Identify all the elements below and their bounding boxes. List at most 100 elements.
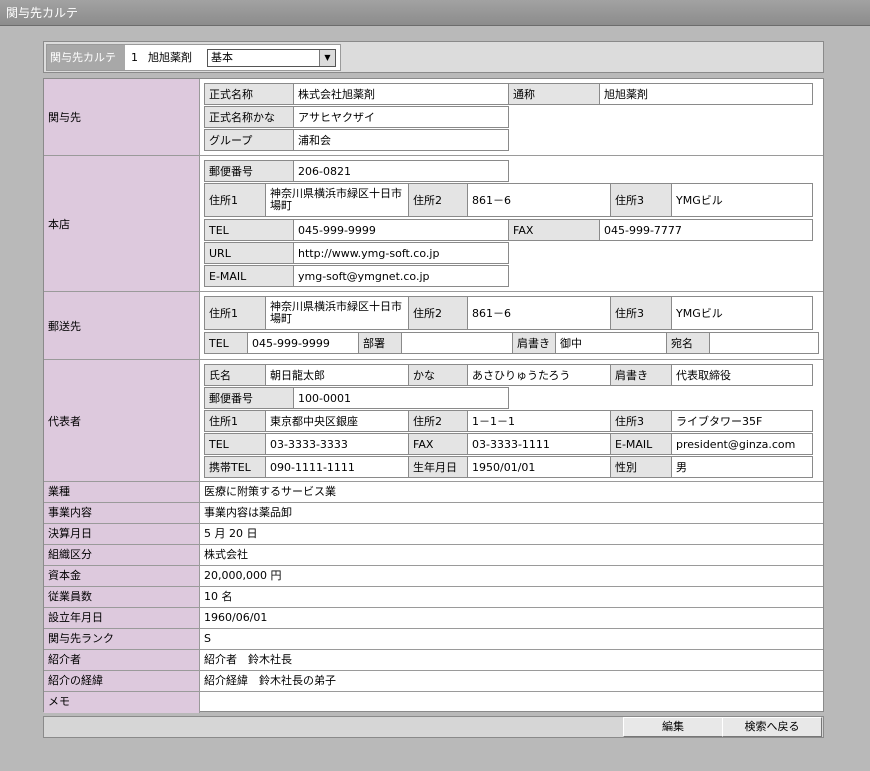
addr3-label: 住所3 [610,183,672,217]
addr2-value: 861－6 [467,296,611,330]
section-heading: 本店 [44,156,200,291]
kana-value: あさひりゅうたろう [467,364,611,386]
addr2-label: 住所2 [408,410,468,432]
selector-box: 関与先カルテ 1 旭旭薬剤 基本 ▼ [46,44,341,71]
info-row: メモ [44,692,823,713]
info-label: 従業員数 [44,587,200,607]
zip-label: 郵便番号 [204,160,294,182]
group-label: グループ [204,129,294,151]
fax-label: FAX [408,433,468,455]
info-row: 関与先ランク S [44,629,823,650]
info-value: 事業内容は薬品卸 [204,506,292,519]
tel-label: TEL [204,332,248,354]
kana-value: アサヒヤクザイ [293,106,509,128]
chevron-down-icon[interactable]: ▼ [319,50,335,66]
fax-value: 03-3333-1111 [467,433,611,455]
addr1-value: 神奈川県横浜市緑区十日市場町 [265,296,409,330]
info-label: メモ [44,692,200,713]
info-row: 業種 医療に附策するサービス業 [44,482,823,503]
birth-label: 生年月日 [408,456,468,478]
email-value[interactable]: ymg-soft@ymgnet.co.jp [293,265,509,287]
view-select[interactable]: 基本 ▼ [207,49,336,67]
view-select-value: 基本 [211,51,233,64]
edit-button[interactable]: 編集 [623,717,723,737]
mobile-value: 090-1111-1111 [265,456,409,478]
selector-bar: 関与先カルテ 1 旭旭薬剤 基本 ▼ [43,41,824,73]
section-kanyo: 関与先 正式名称 株式会社旭薬剤 通称 旭旭薬剤 正式名称かな アサヒヤクザイ … [44,79,823,156]
dept-value [401,332,513,354]
title-label: 肩書き [610,364,672,386]
addr3-value: YMGビル [671,296,813,330]
info-row: 事業内容 事業内容は薬品卸 [44,503,823,524]
email-label: E-MAIL [204,265,294,287]
addr2-label: 住所2 [408,183,468,217]
addr1-value: 東京都中央区銀座 [265,410,409,432]
client-number: 1 [131,51,138,64]
info-label: 事業内容 [44,503,200,523]
gender-value: 男 [671,456,813,478]
tel-label: TEL [204,433,266,455]
addr2-value: 861－6 [467,183,611,217]
zip-value: 100-0001 [293,387,509,409]
section-daihyo: 代表者 氏名 朝日龍太郎 かな あさひりゅうたろう 肩書き 代表取締役 郵便番号… [44,360,823,482]
section-heading: 代表者 [44,360,200,481]
info-value: 医療に附策するサービス業 [204,485,336,498]
tel-value: 045-999-9999 [247,332,359,354]
section-heading: 郵送先 [44,292,200,359]
addr1-label: 住所1 [204,410,266,432]
tel-value: 03-3333-3333 [265,433,409,455]
info-value: S [204,632,211,645]
info-row: 決算月日 5 月 20 日 [44,524,823,545]
info-value: 20,000,000 円 [204,569,282,582]
common-name-label: 通称 [508,83,600,105]
info-value: 紹介経緯 鈴木社長の弟子 [204,674,336,687]
url-value[interactable]: http://www.ymg-soft.co.jp [293,242,509,264]
fax-label: FAX [508,219,600,241]
addr1-value: 神奈川県横浜市緑区十日市場町 [265,183,409,217]
info-value: 5 月 20 日 [204,527,258,540]
email-value[interactable]: president@ginza.com [671,433,813,455]
addr3-value: YMGビル [671,183,813,217]
fax-value: 045-999-7777 [599,219,813,241]
official-name-value: 株式会社旭薬剤 [293,83,509,105]
addr3-label: 住所3 [610,296,672,330]
info-value: 紹介者 鈴木社長 [204,653,292,666]
info-value: 1960/06/01 [204,611,268,624]
group-value: 浦和会 [293,129,509,151]
addressee-value [709,332,819,354]
name-value: 朝日龍太郎 [265,364,409,386]
info-value: 10 名 [204,590,233,603]
window-title: 関与先カルテ [0,0,870,26]
common-name-value: 旭旭薬剤 [599,83,813,105]
info-label: 組織区分 [44,545,200,565]
info-label: 紹介の経緯 [44,671,200,691]
selector-label: 関与先カルテ [47,45,125,70]
button-bar: 編集 検索へ戻る [43,716,824,738]
info-label: 紹介者 [44,650,200,670]
section-honten: 本店 郵便番号 206-0821 住所1 神奈川県横浜市緑区十日市場町 住所2 … [44,156,823,292]
tel-label: TEL [204,219,294,241]
client-name: 旭旭薬剤 [148,51,192,64]
addr3-value: ライブタワー35F [671,410,813,432]
name-label: 氏名 [204,364,266,386]
mobile-label: 携帯TEL [204,456,266,478]
addr2-value: 1－1－1 [467,410,611,432]
dept-label: 部署 [358,332,402,354]
info-row: 組織区分 株式会社 [44,545,823,566]
info-label: 設立年月日 [44,608,200,628]
email-label: E-MAIL [610,433,672,455]
addressee-label: 宛名 [666,332,710,354]
official-name-label: 正式名称 [204,83,294,105]
section-yusou: 郵送先 住所1 神奈川県横浜市緑区十日市場町 住所2 861－6 住所3 YMG… [44,292,823,360]
info-row: 紹介の経緯 紹介経緯 鈴木社長の弟子 [44,671,823,692]
url-label: URL [204,242,294,264]
info-label: 関与先ランク [44,629,200,649]
info-value: 株式会社 [204,548,248,561]
addr1-label: 住所1 [204,296,266,330]
info-label: 決算月日 [44,524,200,544]
back-to-search-button[interactable]: 検索へ戻る [722,717,822,737]
kana-label: かな [408,364,468,386]
addr1-label: 住所1 [204,183,266,217]
info-row: 設立年月日 1960/06/01 [44,608,823,629]
addr2-label: 住所2 [408,296,468,330]
